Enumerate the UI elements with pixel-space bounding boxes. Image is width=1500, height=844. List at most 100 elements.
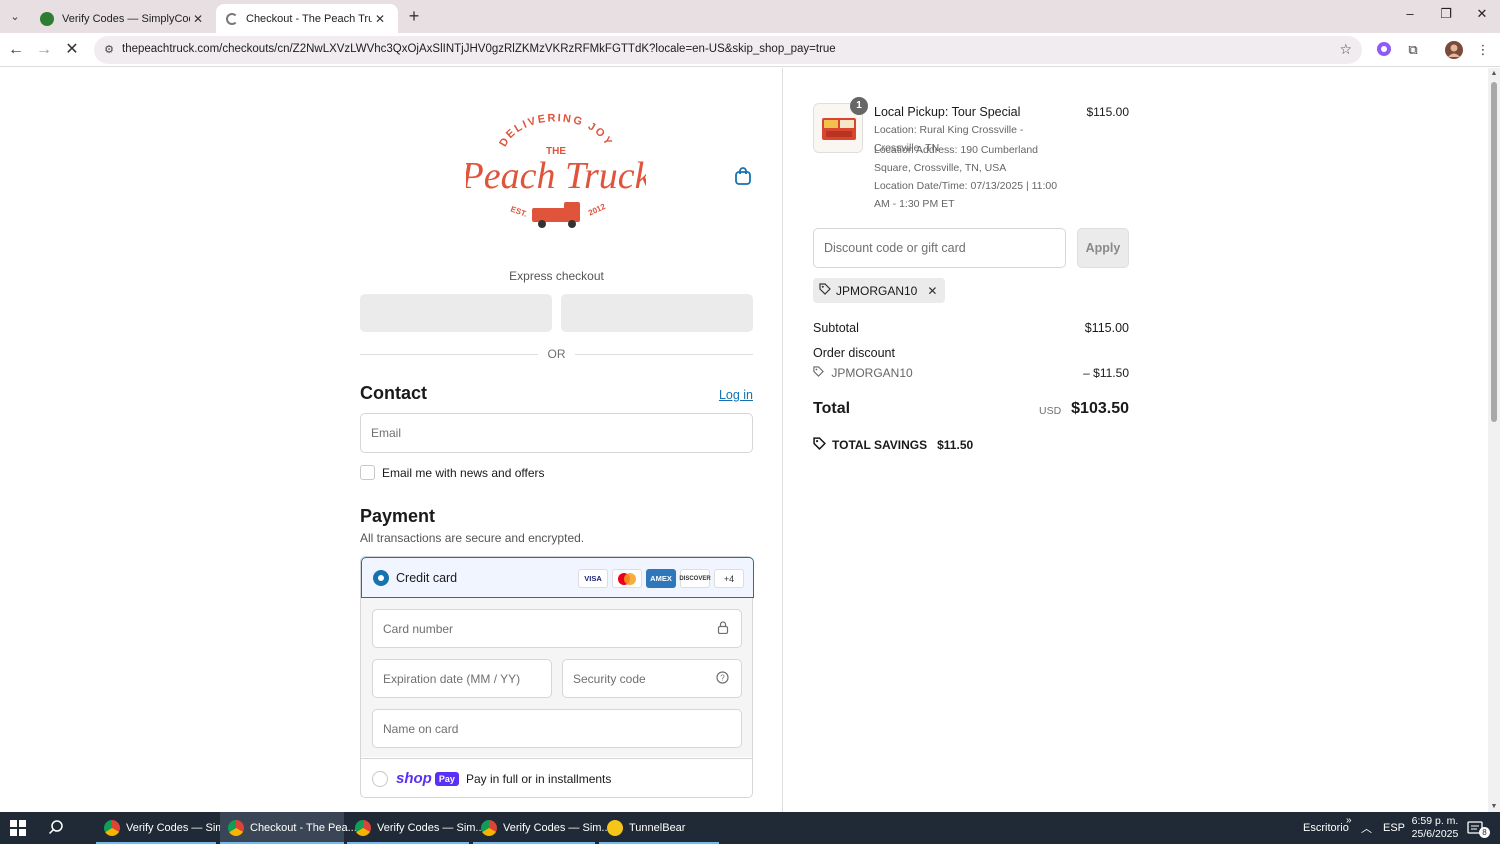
scroll-up-icon[interactable]: ▲ [1488, 70, 1500, 77]
notification-center-icon[interactable]: 8 [1467, 812, 1490, 844]
tab-strip: ⌄ Verify Codes — SimplyCodes ✕ Checkout … [0, 0, 1500, 33]
help-circle-icon[interactable]: ? [716, 670, 729, 687]
expiration-date-field[interactable]: Expiration date (MM / YY) [372, 659, 552, 698]
apply-button[interactable]: Apply [1077, 228, 1129, 268]
bookmark-star-icon[interactable]: ☆ [1339, 41, 1352, 58]
discount-value: – $11.50 [1083, 366, 1129, 380]
express-pay-button-1[interactable] [360, 294, 552, 332]
tab-search-icon[interactable]: ⌄ [4, 5, 26, 27]
taskbar-app-label: Checkout - The Pea... [250, 822, 357, 834]
page-scrollbar[interactable]: ▲ ▼ [1488, 68, 1500, 812]
profile-avatar-icon[interactable] [1445, 41, 1463, 59]
extensions-puzzle-icon[interactable]: ⧉ [1404, 41, 1422, 59]
tab-simplycodes[interactable]: Verify Codes — SimplyCodes ✕ [30, 4, 216, 33]
lock-icon [717, 620, 729, 637]
back-arrow-icon[interactable]: ← [6, 40, 26, 60]
card-number-field[interactable]: Card number [372, 609, 742, 648]
product-name: Local Pickup: Tour Special [874, 105, 1021, 119]
order-discount-label: Order discount [813, 346, 895, 360]
security-code-field[interactable]: Security code ? [562, 659, 742, 698]
tab-checkout[interactable]: Checkout - The Peach Truck ✕ [216, 4, 398, 33]
taskbar-search-icon[interactable] [48, 819, 64, 839]
logo-est-text: EST. [509, 205, 528, 219]
tunnelbear-icon [607, 820, 623, 836]
peach-truck-logo[interactable]: DELIVERING JOY THE Peach Truck EST. 2012 [466, 112, 646, 238]
news-checkbox-label[interactable]: Email me with news and offers [382, 466, 545, 480]
product-datetime: Location Date/Time: 07/13/2025 | 11:00 A… [874, 180, 1058, 210]
discount-code-label: JPMORGAN10 [831, 366, 913, 380]
applied-code-label: JPMORGAN10 [836, 283, 918, 298]
remove-code-icon[interactable]: ✕ [927, 284, 937, 298]
chrome-icon [228, 820, 244, 836]
amex-icon: AMEX [646, 569, 676, 588]
shop-pay-shop-text: shop [396, 770, 432, 787]
tab-close-icon[interactable]: ✕ [372, 12, 388, 26]
desktop-toolbar-label[interactable]: Escritorio [1303, 812, 1349, 844]
express-pay-button-2[interactable] [561, 294, 753, 332]
windows-taskbar: Verify Codes — Sim... Checkout - The Pea… [0, 812, 1500, 844]
order-summary-pane: 1 Local Pickup: Tour Special $115.00 Loc… [784, 68, 1488, 812]
savings-label: TOTAL SAVINGS [832, 438, 928, 452]
subtotal-row: Subtotal $115.00 [813, 321, 1129, 335]
name-on-card-field[interactable]: Name on card [372, 709, 742, 748]
windows-start-icon[interactable] [10, 820, 26, 836]
discount-code-field[interactable]: Discount code or gift card [813, 228, 1066, 268]
discount-placeholder: Discount code or gift card [824, 241, 966, 255]
taskbar-app-tunnelbear[interactable]: TunnelBear [599, 812, 719, 844]
logo-year-text: 2012 [587, 202, 607, 218]
minimize-icon[interactable]: – [1396, 6, 1424, 21]
address-bar[interactable]: ⚙ thepeachtruck.com/checkouts/cn/Z2NwLXV… [94, 36, 1362, 64]
clock-date: 25/6/2025 [1411, 828, 1459, 840]
email-placeholder: Email [371, 426, 402, 440]
taskbar-clock[interactable]: 6:59 p. m. 25/6/2025 [1404, 815, 1466, 841]
tag-icon [819, 283, 831, 298]
name-on-card-placeholder: Name on card [383, 721, 459, 736]
language-indicator[interactable]: ESP [1383, 812, 1405, 844]
site-info-icon[interactable]: ⚙ [102, 43, 116, 57]
credit-card-form: Card number Expiration date (MM / YY) Se… [361, 598, 752, 757]
toolbar-expand-icon[interactable]: » [1346, 804, 1352, 836]
quantity-badge: 1 [850, 97, 868, 115]
email-field[interactable]: Email [360, 413, 753, 453]
tab-title: Verify Codes — SimplyCodes [62, 12, 190, 25]
savings-value: $11.50 [937, 438, 974, 452]
tab-close-icon[interactable]: ✕ [190, 12, 206, 26]
taskbar-app-label: Verify Codes — Sim... [503, 822, 611, 834]
taskbar-app-chrome-4[interactable]: Verify Codes — Sim... [473, 812, 611, 844]
new-tab-icon[interactable]: + [404, 6, 424, 26]
extension-icon[interactable] [1375, 41, 1393, 59]
log-in-link[interactable]: Log in [690, 388, 753, 402]
shop-pay-logo: shop Pay [396, 770, 459, 787]
shop-pay-radio[interactable] [372, 771, 388, 787]
payment-methods: Credit card VISA AMEX DISCOVER +4 Card n… [360, 556, 754, 798]
divider-line [575, 354, 753, 355]
order-discount-row: Order discount [813, 346, 1129, 360]
product-price: $115.00 [1086, 105, 1130, 119]
chrome-icon [481, 820, 497, 836]
cart-bag-icon[interactable] [733, 166, 753, 186]
credit-card-radio[interactable] [373, 570, 389, 586]
taskbar-app-chrome-2[interactable]: Checkout - The Pea... [220, 812, 357, 844]
tray-chevron-up-icon[interactable]: ︿ [1361, 812, 1372, 844]
url-text[interactable]: thepeachtruck.com/checkouts/cn/Z2NwLXVzL… [122, 43, 836, 55]
scrollbar-thumb[interactable] [1491, 82, 1497, 422]
taskbar-app-chrome-3[interactable]: Verify Codes — Sim... [347, 812, 485, 844]
svg-text:?: ? [720, 673, 725, 682]
credit-card-option[interactable]: Credit card VISA AMEX DISCOVER +4 [361, 557, 754, 598]
browser-menu-icon[interactable]: ⋮ [1474, 41, 1492, 59]
scroll-down-icon[interactable]: ▼ [1488, 803, 1500, 810]
more-cards-badge: +4 [714, 569, 744, 588]
payment-subtext: All transactions are secure and encrypte… [360, 531, 585, 545]
taskbar-app-chrome-1[interactable]: Verify Codes — Sim... [96, 812, 234, 844]
forward-arrow-icon[interactable]: → [34, 40, 54, 60]
tag-icon [813, 366, 827, 380]
restore-icon[interactable]: ❐ [1432, 6, 1460, 22]
shop-pay-option[interactable]: shop Pay Pay in full or in installments [361, 758, 752, 798]
close-window-icon[interactable]: ✕ [1468, 6, 1496, 22]
simplycodes-favicon-icon [40, 11, 54, 26]
stop-loading-icon[interactable]: ✕ [62, 40, 82, 60]
taskbar-app-label: Verify Codes — Sim... [126, 822, 234, 834]
news-checkbox[interactable] [360, 465, 375, 480]
chrome-icon [104, 820, 120, 836]
total-savings: TOTAL SAVINGS $11.50 [813, 437, 973, 453]
